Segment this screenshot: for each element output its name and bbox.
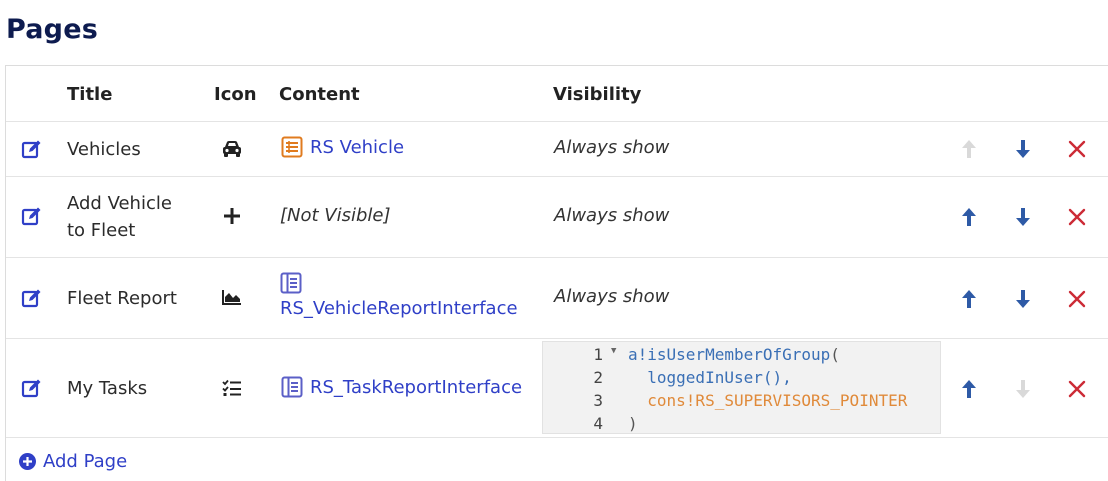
fold-toggle-icon[interactable]: ▼ bbox=[611, 346, 616, 356]
content-link-label: RS_TaskReportInterface bbox=[310, 376, 523, 398]
code-line: 1 ▼ a!isUserMemberOfGroup( bbox=[543, 345, 942, 368]
code-text: loggedInUser(), bbox=[628, 368, 792, 387]
plus-icon bbox=[223, 207, 241, 225]
page-row-title: Add Vehicle to Fleet bbox=[67, 190, 172, 244]
column-header-title: Title bbox=[67, 83, 113, 105]
table-row: Fleet Report RS_VehicleReportInterface A… bbox=[6, 258, 1108, 339]
move-up-button[interactable] bbox=[957, 137, 981, 161]
car-icon bbox=[221, 139, 243, 159]
pages-grid: Title Icon Content Visibility Vehicles R… bbox=[5, 65, 1108, 481]
code-punctuation: ) bbox=[628, 414, 638, 433]
page-row-title: My Tasks bbox=[67, 378, 148, 399]
edit-icon bbox=[21, 379, 41, 398]
delete-button[interactable] bbox=[1065, 377, 1089, 401]
content-link[interactable]: RS Vehicle bbox=[281, 136, 404, 158]
grid-header: Title Icon Content Visibility bbox=[6, 66, 1108, 122]
move-down-button[interactable] bbox=[1011, 377, 1035, 401]
edit-button[interactable] bbox=[21, 138, 43, 160]
arrow-down-icon bbox=[1016, 208, 1030, 226]
record-type-icon bbox=[281, 136, 303, 158]
page-row-title: Vehicles bbox=[67, 139, 141, 160]
code-punctuation: ( bbox=[830, 345, 840, 364]
edit-button[interactable] bbox=[21, 377, 43, 399]
table-row: Vehicles RS Vehicle Always show bbox=[6, 122, 1108, 177]
close-icon bbox=[1068, 208, 1086, 226]
code-line: 4 ) bbox=[543, 414, 942, 437]
task-list-icon bbox=[222, 379, 242, 397]
page-row-title-line-2: to Fleet bbox=[67, 220, 136, 241]
page-row-title-line-1: Add Vehicle bbox=[67, 193, 172, 214]
page-row-title: Fleet Report bbox=[67, 288, 177, 309]
visibility-value: Always show bbox=[554, 286, 670, 307]
edit-button[interactable] bbox=[21, 205, 43, 227]
arrow-down-icon bbox=[1016, 380, 1030, 398]
close-icon bbox=[1068, 140, 1086, 158]
column-header-icon: Icon bbox=[214, 83, 257, 105]
table-row: Add Vehicle to Fleet [Not Visible] Alway… bbox=[6, 177, 1108, 258]
delete-button[interactable] bbox=[1065, 137, 1089, 161]
arrow-down-icon bbox=[1016, 140, 1030, 158]
line-number: 2 bbox=[593, 368, 603, 387]
arrow-up-icon bbox=[962, 208, 976, 226]
arrow-down-icon bbox=[1016, 290, 1030, 308]
move-down-button[interactable] bbox=[1011, 287, 1035, 311]
page-title: Pages bbox=[6, 14, 98, 45]
content-link[interactable]: RS_VehicleReportInterface bbox=[280, 272, 518, 319]
code-function: a!isUserMemberOfGroup bbox=[628, 345, 831, 364]
close-icon bbox=[1068, 380, 1086, 398]
move-down-button[interactable] bbox=[1011, 137, 1035, 161]
visibility-expression-editor[interactable]: 1 ▼ a!isUserMemberOfGroup( 2 loggedInUse… bbox=[542, 341, 941, 434]
line-number: 3 bbox=[593, 391, 603, 410]
delete-button[interactable] bbox=[1065, 287, 1089, 311]
content-not-visible: [Not Visible] bbox=[280, 205, 391, 226]
interface-icon bbox=[281, 376, 303, 398]
code-line: 2 loggedInUser(), bbox=[543, 368, 942, 391]
column-header-content: Content bbox=[279, 83, 360, 105]
area-chart-icon bbox=[222, 289, 242, 305]
line-number: 4 bbox=[593, 414, 603, 433]
arrow-up-icon bbox=[962, 140, 976, 158]
content-link-label: RS_VehicleReportInterface bbox=[280, 298, 518, 319]
content-link-label: RS Vehicle bbox=[310, 136, 405, 158]
close-icon bbox=[1068, 290, 1086, 308]
move-up-button[interactable] bbox=[957, 287, 981, 311]
content-link[interactable]: RS_TaskReportInterface bbox=[281, 376, 522, 398]
move-up-button[interactable] bbox=[957, 377, 981, 401]
line-number: 1 bbox=[593, 345, 603, 364]
delete-button[interactable] bbox=[1065, 205, 1089, 229]
code-constant: cons!RS_SUPERVISORS_POINTER bbox=[628, 391, 908, 410]
arrow-up-icon bbox=[962, 290, 976, 308]
arrow-up-icon bbox=[962, 380, 976, 398]
visibility-value: Always show bbox=[554, 137, 670, 158]
visibility-value: Always show bbox=[554, 205, 670, 226]
add-page-button[interactable]: Add Page bbox=[19, 451, 127, 472]
edit-icon bbox=[21, 207, 41, 226]
add-page-label: Add Page bbox=[43, 451, 128, 472]
move-down-button[interactable] bbox=[1011, 205, 1035, 229]
table-row: My Tasks RS_TaskReportInterface 1 ▼ a!is… bbox=[6, 339, 1108, 438]
plus-circle-icon bbox=[19, 453, 36, 470]
edit-button[interactable] bbox=[21, 287, 43, 309]
edit-icon bbox=[21, 140, 41, 159]
move-up-button[interactable] bbox=[957, 205, 981, 229]
interface-icon bbox=[280, 272, 302, 294]
code-line: 3 cons!RS_SUPERVISORS_POINTER bbox=[543, 391, 942, 414]
edit-icon bbox=[21, 289, 41, 308]
column-header-visibility: Visibility bbox=[553, 83, 642, 105]
